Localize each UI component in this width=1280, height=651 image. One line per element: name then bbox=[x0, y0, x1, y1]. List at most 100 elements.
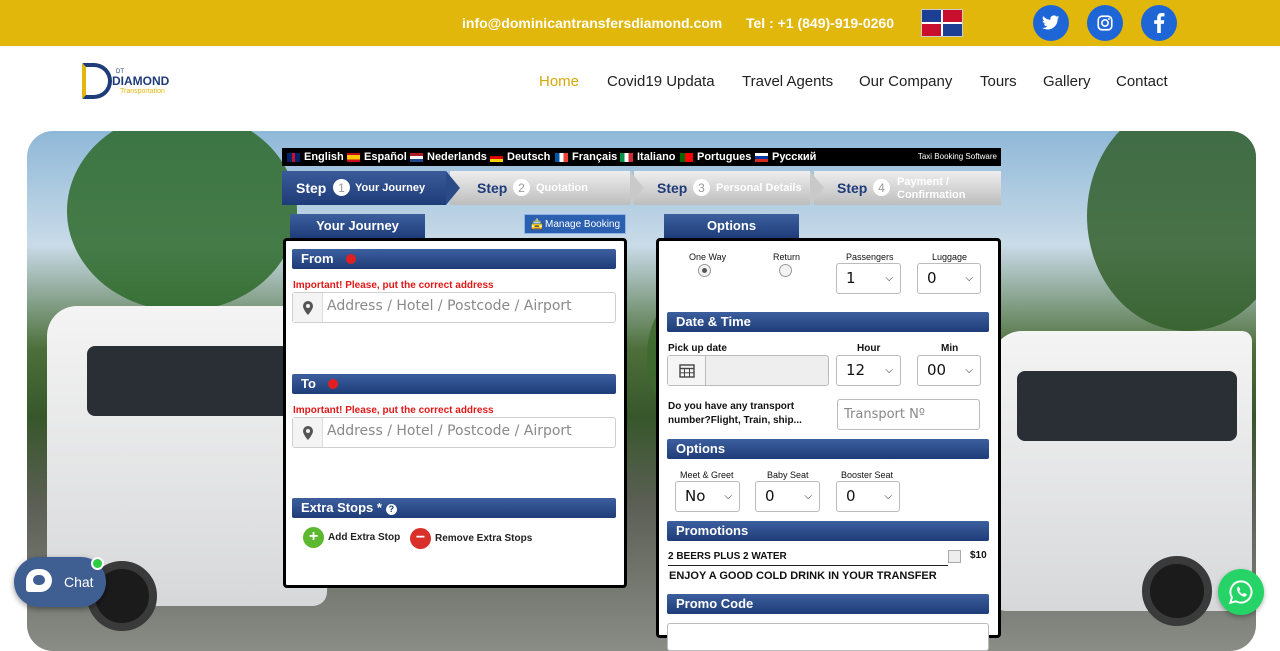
nav-contact[interactable]: Contact bbox=[1116, 73, 1168, 90]
step-3[interactable]: Step 3 Personal Details bbox=[634, 171, 824, 205]
promotion-description: ENJOY A GOOD COLD DRINK IN YOUR TRANSFER bbox=[669, 570, 937, 582]
instagram-icon[interactable] bbox=[1087, 5, 1123, 41]
passengers-select[interactable]: 1 ⌵ bbox=[836, 263, 901, 294]
return-radio[interactable] bbox=[779, 264, 792, 277]
date-time-header: Date & Time bbox=[667, 312, 989, 332]
nav-home[interactable]: Home bbox=[539, 73, 579, 90]
step-4[interactable]: Step 4 Payment / Confirmation bbox=[814, 171, 1001, 205]
top-bar: info@dominicantransfersdiamond.com Tel :… bbox=[0, 0, 1280, 46]
lang-espanol[interactable]: Español bbox=[347, 151, 407, 163]
logo-name: DIAMOND bbox=[112, 74, 170, 88]
map-pin-icon bbox=[293, 418, 323, 447]
one-way-radio[interactable] bbox=[698, 264, 711, 277]
options-header: Options bbox=[667, 439, 989, 459]
lang-russian[interactable]: Русский bbox=[755, 151, 816, 163]
nav-travel-agents[interactable]: Travel Agents bbox=[742, 73, 833, 90]
chevron-down-icon: ⌵ bbox=[884, 491, 892, 502]
language-bar: English Español Nederlands Deutsch Franç… bbox=[282, 148, 1001, 166]
add-extra-stop-button[interactable]: + Add Extra Stop bbox=[303, 527, 400, 548]
min-select[interactable]: 00 ⌵ bbox=[917, 355, 981, 386]
passengers-label: Passengers bbox=[846, 252, 894, 262]
logo-subtitle: Transportation bbox=[120, 88, 165, 95]
pickup-date-input[interactable] bbox=[667, 355, 829, 386]
required-dot-icon bbox=[327, 379, 338, 389]
email-link[interactable]: info@dominicantransfersdiamond.com bbox=[462, 15, 722, 31]
hero-background bbox=[27, 131, 1256, 651]
lang-italiano[interactable]: Italiano bbox=[620, 151, 676, 163]
promotions-header: Promotions bbox=[667, 521, 989, 541]
chat-button[interactable]: Chat bbox=[14, 557, 106, 607]
min-label: Min bbox=[941, 343, 959, 354]
nav-covid19[interactable]: Covid19 Updata bbox=[607, 73, 715, 90]
transport-number-input[interactable]: Transport Nº bbox=[837, 399, 980, 430]
to-address[interactable] bbox=[292, 417, 616, 448]
facebook-icon[interactable] bbox=[1141, 5, 1177, 41]
from-input[interactable] bbox=[327, 298, 607, 314]
nav-our-company[interactable]: Our Company bbox=[859, 73, 952, 90]
lang-deutsch[interactable]: Deutsch bbox=[490, 151, 550, 163]
chevron-down-icon: ⌵ bbox=[885, 273, 893, 284]
chevron-down-icon: ⌵ bbox=[965, 273, 973, 284]
booster-seat-label: Booster Seat bbox=[841, 470, 894, 480]
from-header: From bbox=[292, 249, 616, 269]
chevron-down-icon: ⌵ bbox=[804, 491, 812, 502]
one-way-label: One Way bbox=[689, 252, 727, 262]
baby-seat-select[interactable]: 0 ⌵ bbox=[755, 481, 820, 512]
baby-seat-label: Baby Seat bbox=[767, 470, 809, 480]
chevron-down-icon: ⌵ bbox=[724, 491, 732, 502]
car-icon: 🚖 bbox=[530, 219, 544, 231]
map-pin-icon bbox=[293, 293, 323, 322]
chevron-down-icon: ⌵ bbox=[885, 365, 893, 376]
twitter-icon[interactable] bbox=[1033, 5, 1069, 41]
extra-stops-header: Extra Stops *? bbox=[292, 498, 616, 518]
lang-english[interactable]: English bbox=[287, 151, 344, 163]
help-icon[interactable]: ? bbox=[385, 504, 397, 515]
promotion-item: 2 BEERS PLUS 2 WATER bbox=[668, 551, 787, 562]
plus-icon: + bbox=[303, 527, 324, 548]
software-label: Taxi Booking Software bbox=[917, 152, 997, 161]
required-dot-icon bbox=[345, 254, 356, 264]
return-label: Return bbox=[773, 252, 801, 262]
journey-tab[interactable]: Your Journey bbox=[290, 214, 425, 238]
chat-bubble-icon bbox=[26, 569, 52, 592]
transport-question-2: number?Flight, Train, ship... bbox=[668, 415, 802, 426]
from-warning: Important! Please, put the correct addre… bbox=[293, 280, 494, 291]
hour-select[interactable]: 12 ⌵ bbox=[836, 355, 901, 386]
remove-extra-stops-button[interactable]: − Remove Extra Stops bbox=[410, 528, 532, 549]
to-header: To bbox=[292, 374, 616, 394]
lang-francais[interactable]: Français bbox=[555, 151, 617, 163]
manage-booking-button[interactable]: 🚖 Manage Booking bbox=[524, 214, 626, 234]
from-address[interactable] bbox=[292, 292, 616, 323]
right-van bbox=[992, 331, 1252, 626]
promotion-checkbox[interactable] bbox=[948, 550, 961, 563]
step-2[interactable]: Step 2 Quotation bbox=[450, 171, 644, 205]
to-warning: Important! Please, put the correct addre… bbox=[293, 405, 494, 416]
hour-label: Hour bbox=[857, 343, 881, 354]
booster-seat-select[interactable]: 0 ⌵ bbox=[836, 481, 900, 512]
step-1[interactable]: Step 1 Your Journey bbox=[282, 171, 460, 205]
nav-tours[interactable]: Tours bbox=[980, 73, 1017, 90]
nav-gallery[interactable]: Gallery bbox=[1043, 73, 1091, 90]
pickup-date-label: Pick up date bbox=[668, 343, 727, 354]
lang-nederlands[interactable]: Nederlands bbox=[410, 151, 487, 163]
site-logo[interactable]: DT DIAMOND Transportation bbox=[82, 63, 177, 101]
transport-question-1: Do you have any transport bbox=[668, 401, 795, 412]
online-status-icon bbox=[91, 557, 104, 570]
meet-greet-label: Meet & Greet bbox=[680, 470, 734, 480]
calendar-icon[interactable] bbox=[668, 356, 706, 385]
meet-greet-select[interactable]: No ⌵ bbox=[675, 481, 740, 512]
to-input[interactable] bbox=[327, 423, 607, 439]
chevron-down-icon: ⌵ bbox=[965, 365, 973, 376]
minus-icon: − bbox=[410, 528, 431, 549]
whatsapp-icon[interactable] bbox=[1218, 569, 1264, 615]
promo-code-input[interactable] bbox=[667, 623, 989, 651]
phone-link[interactable]: Tel : +1 (849)-919-0260 bbox=[746, 15, 894, 31]
luggage-label: Luggage bbox=[932, 252, 968, 262]
lang-portugues[interactable]: Portugues bbox=[680, 151, 751, 163]
promotion-price: $10 bbox=[970, 550, 987, 561]
booking-steps: Step 1 Your Journey Step 2 Quotation Ste… bbox=[282, 171, 1001, 205]
dominican-flag-icon[interactable] bbox=[921, 9, 963, 37]
promo-code-header: Promo Code bbox=[667, 594, 989, 614]
options-tab[interactable]: Options bbox=[664, 214, 799, 238]
luggage-select[interactable]: 0 ⌵ bbox=[917, 263, 981, 294]
